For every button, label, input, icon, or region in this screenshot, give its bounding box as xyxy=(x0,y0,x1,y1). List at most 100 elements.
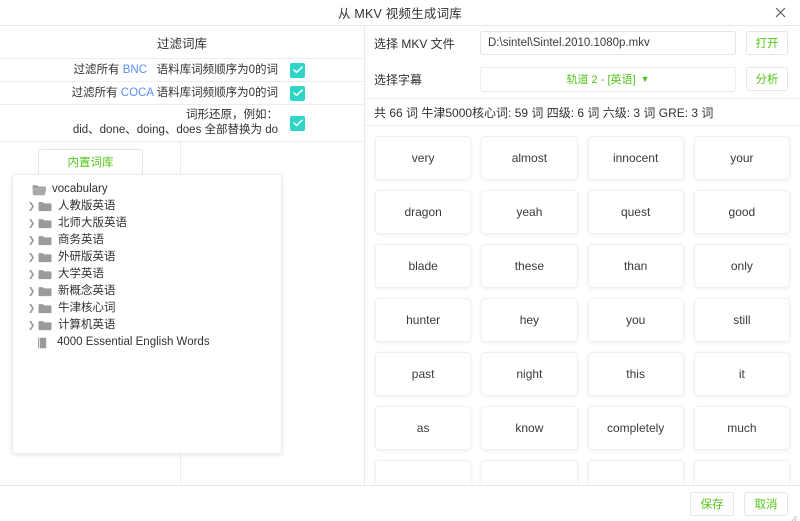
subtitle-row: 选择字幕 轨道 2 - [英语] ▼ 分析 xyxy=(365,60,800,98)
word-card[interactable]: know xyxy=(481,406,577,450)
folder-icon xyxy=(38,285,53,298)
word-grid: very almost innocent your dragon yeah qu… xyxy=(375,136,790,485)
open-file-button[interactable]: 打开 xyxy=(746,31,788,55)
chevron-right-icon[interactable]: ❯ xyxy=(25,252,38,263)
tab-builtin-vocabulary[interactable]: 内置词库 xyxy=(38,149,143,175)
word-card[interactable] xyxy=(481,460,577,485)
word-stats: 共 66 词 牛津5000核心词: 59 词 四级: 6 词 六级: 3 词 G… xyxy=(365,98,800,126)
filter-prefix-bnc: 过滤所有 xyxy=(74,64,120,76)
filter-suffix-bnc: 语料库词频顺序为0的词 xyxy=(157,64,278,76)
filter-panel-header: 过滤词库 xyxy=(0,26,364,59)
chevron-right-icon[interactable]: ❯ xyxy=(25,286,38,297)
word-card[interactable]: these xyxy=(481,244,577,288)
word-card[interactable]: your xyxy=(694,136,790,180)
chevron-right-icon[interactable]: ❯ xyxy=(25,201,38,212)
chevron-right-icon[interactable]: ❯ xyxy=(25,235,38,246)
tree-leaf-label: 4000 Essential English Words xyxy=(57,336,210,349)
chevron-right-icon[interactable]: ❯ xyxy=(25,269,38,280)
chevron-right-icon[interactable]: ❯ xyxy=(25,218,38,229)
checkbox-coca[interactable] xyxy=(290,86,305,101)
word-card[interactable]: very xyxy=(375,136,471,180)
cancel-button[interactable]: 取消 xyxy=(744,492,788,516)
tree-item-leaf[interactable]: 4000 Essential English Words xyxy=(13,334,281,351)
coca-link[interactable]: COCA xyxy=(121,87,154,99)
mkv-file-label: 选择 MKV 文件 xyxy=(370,35,480,52)
filter-row-bnc: 过滤所有 BNC 语料库词频顺序为0的词 xyxy=(0,59,364,82)
word-card[interactable]: it xyxy=(694,352,790,396)
folder-open-icon xyxy=(32,183,47,196)
filter-label-coca: 过滤所有 COCA 语料库词频顺序为0的词 xyxy=(0,86,290,101)
tree-node-root[interactable]: ▸ vocabulary xyxy=(13,181,281,198)
filter-checkbox-cell-lemmatize xyxy=(290,116,364,131)
filter-label-lemmatize: 词形还原，例如： did、done、doing、does 全部替换为 do xyxy=(0,108,290,138)
resize-grip[interactable] xyxy=(789,510,798,519)
tree-item[interactable]: ❯ 大学英语 xyxy=(13,266,281,283)
tree-item[interactable]: ❯ 计算机英语 xyxy=(13,317,281,334)
word-card[interactable]: hey xyxy=(481,298,577,342)
word-card[interactable] xyxy=(375,460,471,485)
tree-item-label: 新概念英语 xyxy=(58,285,116,298)
tree-label-root: vocabulary xyxy=(52,183,108,196)
word-card[interactable]: almost xyxy=(481,136,577,180)
filter-label-bnc: 过滤所有 BNC 语料库词频顺序为0的词 xyxy=(0,63,290,78)
tree-item[interactable]: ❯ 牛津核心词 xyxy=(13,300,281,317)
folder-icon xyxy=(38,268,53,281)
filter-prefix-coca: 过滤所有 xyxy=(72,87,118,99)
checkbox-bnc[interactable] xyxy=(290,63,305,78)
tree-item-label: 大学英语 xyxy=(58,268,104,281)
dialog-window: 从 MKV 视频生成词库 过滤词库 过滤所有 BNC 语料库词频顺序为0的词 xyxy=(0,0,800,521)
vocabulary-tree: ▸ vocabulary ❯ xyxy=(12,174,282,454)
word-card[interactable]: much xyxy=(694,406,790,450)
word-card[interactable]: this xyxy=(588,352,684,396)
word-card[interactable]: innocent xyxy=(588,136,684,180)
filter-checkbox-cell-coca xyxy=(290,86,364,101)
subtitle-label: 选择字幕 xyxy=(370,71,480,88)
save-button[interactable]: 保存 xyxy=(690,492,734,516)
tree-item[interactable]: ❯ 北师大版英语 xyxy=(13,215,281,232)
word-card[interactable]: yeah xyxy=(481,190,577,234)
word-card[interactable]: good xyxy=(694,190,790,234)
filter-checkbox-cell-bnc xyxy=(290,63,364,78)
lemmatize-line-1: 词形还原，例如： xyxy=(0,108,278,123)
subtitle-track-select[interactable]: 轨道 2 - [英语] ▼ xyxy=(480,67,736,92)
word-card[interactable]: hunter xyxy=(375,298,471,342)
filter-row-coca: 过滤所有 COCA 语料库词频顺序为0的词 xyxy=(0,82,364,105)
tree-item-label: 人教版英语 xyxy=(58,200,116,213)
folder-icon xyxy=(38,302,53,315)
word-card[interactable]: night xyxy=(481,352,577,396)
word-card[interactable]: completely xyxy=(588,406,684,450)
word-card[interactable]: blade xyxy=(375,244,471,288)
word-grid-container[interactable]: very almost innocent your dragon yeah qu… xyxy=(365,126,800,485)
checkbox-lemmatize[interactable] xyxy=(290,116,305,131)
word-card[interactable]: only xyxy=(694,244,790,288)
word-card[interactable]: as xyxy=(375,406,471,450)
chevron-right-icon[interactable]: ❯ xyxy=(25,320,38,331)
bnc-link[interactable]: BNC xyxy=(123,64,147,76)
mkv-path-input[interactable] xyxy=(480,31,736,55)
word-card[interactable]: quest xyxy=(588,190,684,234)
tree-item-label: 北师大版英语 xyxy=(58,217,127,230)
close-icon[interactable] xyxy=(770,3,790,23)
video-panel: 选择 MKV 文件 打开 选择字幕 轨道 2 - [英语] ▼ 分析 共 66 … xyxy=(365,26,800,485)
word-card[interactable] xyxy=(588,460,684,485)
word-card[interactable]: past xyxy=(375,352,471,396)
folder-icon xyxy=(38,234,53,247)
filter-suffix-coca: 语料库词频顺序为0的词 xyxy=(157,87,278,99)
tree-item[interactable]: ❯ 新概念英语 xyxy=(13,283,281,300)
chevron-down-icon: ▼ xyxy=(641,75,650,84)
analyze-button[interactable]: 分析 xyxy=(746,67,788,91)
word-card[interactable] xyxy=(694,460,790,485)
lemmatize-line-2: did、done、doing、does 全部替换为 do xyxy=(0,123,278,138)
tree-item[interactable]: ❯ 外研版英语 xyxy=(13,249,281,266)
word-card[interactable]: than xyxy=(588,244,684,288)
chevron-right-icon[interactable]: ❯ xyxy=(25,303,38,314)
tree-item[interactable]: ❯ 商务英语 xyxy=(13,232,281,249)
word-card[interactable]: still xyxy=(694,298,790,342)
word-card[interactable]: you xyxy=(588,298,684,342)
folder-icon xyxy=(38,217,53,230)
folder-icon xyxy=(38,251,53,264)
title-bar: 从 MKV 视频生成词库 xyxy=(0,0,800,26)
word-card[interactable]: dragon xyxy=(375,190,471,234)
tree-item[interactable]: ❯ 人教版英语 xyxy=(13,198,281,215)
book-icon xyxy=(37,336,52,349)
